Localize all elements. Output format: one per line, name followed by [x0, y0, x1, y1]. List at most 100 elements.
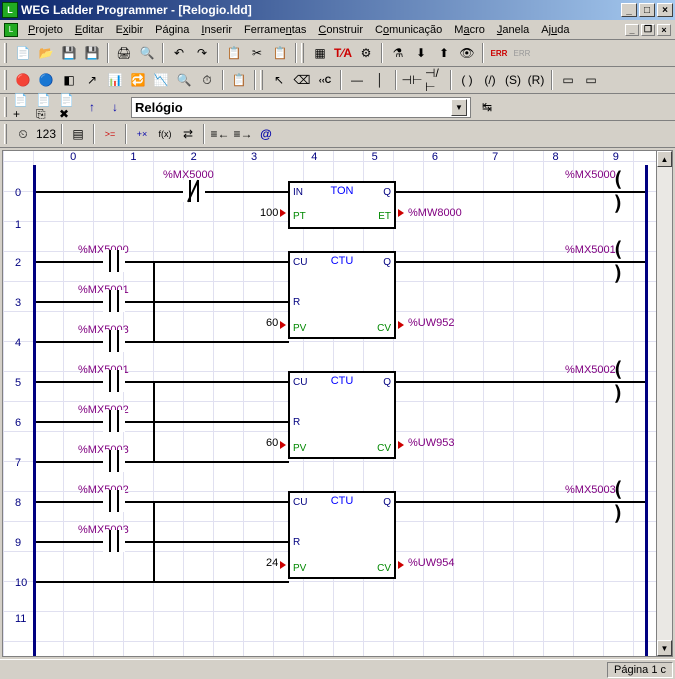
menu-projeto[interactable]: Projeto: [22, 22, 69, 38]
leftrow-button[interactable]: ≡←: [209, 123, 231, 145]
tag-button[interactable]: T⁄A: [332, 42, 354, 64]
at-button[interactable]: @: [255, 123, 277, 145]
mon4-button[interactable]: ↗: [81, 69, 103, 91]
mon7-button[interactable]: 📉: [150, 69, 172, 91]
scroll-down-button[interactable]: ▼: [657, 640, 672, 656]
menu-exibir[interactable]: Exibir: [110, 22, 150, 38]
mon1-button[interactable]: 🔴: [12, 69, 34, 91]
menu-ajuda[interactable]: Ajuda: [535, 22, 575, 38]
counter-button[interactable]: 123: [35, 123, 57, 145]
menu-pagina[interactable]: Página: [149, 22, 195, 38]
toolbar-grip-6[interactable]: [4, 124, 7, 144]
timer-button[interactable]: ⏲: [12, 123, 34, 145]
move-button[interactable]: ⇄: [177, 123, 199, 145]
coil-mx5001[interactable]: [612, 250, 638, 272]
upload-button[interactable]: ⬆: [433, 42, 455, 64]
coil-button[interactable]: ( ): [456, 69, 478, 91]
scroll-track[interactable]: [657, 167, 672, 640]
table-button[interactable]: ▤: [67, 123, 89, 145]
cut-button[interactable]: ✂: [246, 42, 268, 64]
no-contact-button[interactable]: ⊣⊢: [401, 69, 423, 91]
page-selector-dropdown-icon[interactable]: ▼: [451, 99, 467, 116]
coil-mx5003[interactable]: [612, 490, 638, 512]
menu-macro[interactable]: Macro: [448, 22, 491, 38]
menu-janela[interactable]: Janela: [491, 22, 535, 38]
scoil-button[interactable]: (S): [502, 69, 524, 91]
toolbar-grip-5[interactable]: [4, 97, 7, 117]
close-button[interactable]: ×: [657, 3, 673, 17]
undo-button[interactable]: ↶: [168, 42, 190, 64]
copy-button[interactable]: 📋: [223, 42, 245, 64]
no-contact-mx5003c[interactable]: [103, 530, 125, 552]
mon10-button[interactable]: 📋: [228, 69, 250, 91]
func-button[interactable]: f(x): [154, 123, 176, 145]
toolbar-grip-2[interactable]: [301, 43, 304, 63]
vertical-scrollbar[interactable]: ▲ ▼: [656, 151, 672, 656]
toolbar-grip-4[interactable]: [260, 70, 263, 90]
mdi-restore[interactable]: ❐: [641, 24, 655, 36]
ctu3-block[interactable]: CU CTU Q R PV CV: [288, 491, 396, 579]
mdi-close[interactable]: ×: [657, 24, 671, 36]
nc-contact-button[interactable]: ⊣/⊢: [424, 69, 446, 91]
ctu1-block[interactable]: CU CTU Q R PV CV: [288, 251, 396, 339]
open-button[interactable]: 📂: [35, 42, 57, 64]
mdi-minimize[interactable]: _: [625, 24, 639, 36]
rcoil-button[interactable]: (R): [525, 69, 547, 91]
menu-editar[interactable]: Editar: [69, 22, 110, 38]
fb2-button[interactable]: ▭: [580, 69, 602, 91]
pagedown-button[interactable]: ↓: [104, 96, 126, 118]
comment-button[interactable]: ‹‹C: [314, 69, 336, 91]
pointer-button[interactable]: ↖: [268, 69, 290, 91]
ladder-editor[interactable]: 0 1 2 3 4 5 6 7 8 9 0 1 2 3 4 5 6 7 8 9 …: [2, 150, 673, 657]
no-contact-mx5000[interactable]: [103, 250, 125, 272]
pageup-button[interactable]: ↑: [81, 96, 103, 118]
grid-button[interactable]: ▦: [309, 42, 331, 64]
no-contact-mx5002a[interactable]: [103, 410, 125, 432]
mon9-button[interactable]: ⏱: [196, 69, 218, 91]
mon3-button[interactable]: ◧: [58, 69, 80, 91]
coil-mx5002[interactable]: [612, 370, 638, 392]
paste-button[interactable]: 📋: [269, 42, 291, 64]
toolbar-grip[interactable]: [4, 43, 7, 63]
menu-construir[interactable]: Construir: [312, 22, 369, 38]
pagedup-button[interactable]: 📄⎘: [35, 96, 57, 118]
mon2-button[interactable]: 🔵: [35, 69, 57, 91]
menu-comunicacao[interactable]: Comunicação: [369, 22, 448, 38]
nc-contact-mx5000[interactable]: [183, 180, 205, 202]
menu-inserir[interactable]: Inserir: [195, 22, 238, 38]
ctu2-block[interactable]: CU CTU Q R PV CV: [288, 371, 396, 459]
no-contact-mx5001b[interactable]: [103, 370, 125, 392]
coil-mx5000[interactable]: [612, 180, 638, 202]
mon5-button[interactable]: 📊: [104, 69, 126, 91]
pageadd-button[interactable]: 📄+: [12, 96, 34, 118]
hwire-button[interactable]: —: [346, 69, 368, 91]
pagego-button[interactable]: ↹: [476, 96, 498, 118]
errors2-button[interactable]: ERR: [511, 42, 533, 64]
new-button[interactable]: 📄: [12, 42, 34, 64]
print-button[interactable]: 🖨: [113, 42, 135, 64]
menu-ferramentas[interactable]: Ferramentas: [238, 22, 312, 38]
pagedel-button[interactable]: 📄✖: [58, 96, 80, 118]
minimize-button[interactable]: _: [621, 3, 637, 17]
no-contact-mx5002b[interactable]: [103, 490, 125, 512]
no-contact-mx5001[interactable]: [103, 290, 125, 312]
rightrow-button[interactable]: ≡→: [232, 123, 254, 145]
build-button[interactable]: ⚗: [387, 42, 409, 64]
page-selector[interactable]: Relógio ▼: [131, 97, 471, 118]
saveall-button[interactable]: 💾: [81, 42, 103, 64]
ladder-grid[interactable]: 0 1 2 3 4 5 6 7 8 9 0 1 2 3 4 5 6 7 8 9 …: [3, 151, 656, 656]
vwire-button[interactable]: │: [369, 69, 391, 91]
ncoil-button[interactable]: (/): [479, 69, 501, 91]
eraser-button[interactable]: ⌫: [291, 69, 313, 91]
redo-button[interactable]: ↷: [191, 42, 213, 64]
fb1-button[interactable]: ▭: [557, 69, 579, 91]
compare-button[interactable]: >=: [99, 123, 121, 145]
monitor-button[interactable]: 👁: [456, 42, 478, 64]
errors-button[interactable]: ERR: [488, 42, 510, 64]
math-button[interactable]: +×: [131, 123, 153, 145]
compile-button[interactable]: ⚙: [355, 42, 377, 64]
ton-block[interactable]: IN TON Q PT ET: [288, 181, 396, 229]
scroll-up-button[interactable]: ▲: [657, 151, 672, 167]
save-button[interactable]: 💾: [58, 42, 80, 64]
mon8-button[interactable]: 🔍: [173, 69, 195, 91]
